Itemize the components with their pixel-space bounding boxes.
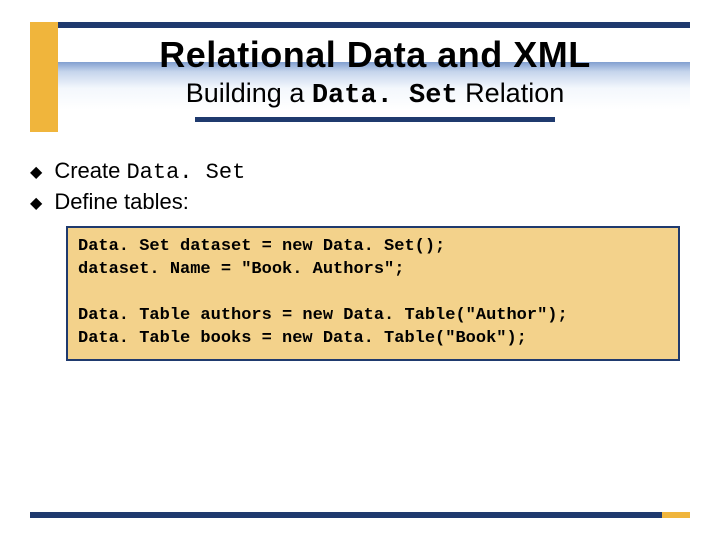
bullet-item: ◆ Define tables: <box>30 189 690 216</box>
gold-accent-block <box>30 22 58 132</box>
diamond-bullet-icon: ◆ <box>30 162 42 182</box>
bullet-prefix: Create <box>54 158 126 183</box>
code-block: Data. Set dataset = new Data. Set(); dat… <box>66 226 680 361</box>
bullet-prefix: Define tables: <box>54 189 189 214</box>
subtitle-prefix: Building a <box>186 78 312 108</box>
bullet-item: ◆ Create Data. Set <box>30 158 690 185</box>
slide-content: ◆ Create Data. Set ◆ Define tables: Data… <box>30 158 690 361</box>
bullet-text: Create Data. Set <box>54 158 245 185</box>
subtitle-mono: Data. Set <box>312 81 458 111</box>
bullet-mono: Data. Set <box>126 160 245 185</box>
slide-subtitle: Building a Data. Set Relation <box>70 78 680 111</box>
slide-header: Relational Data and XML Building a Data.… <box>70 34 680 122</box>
bottom-gold-accent <box>662 512 690 518</box>
diamond-bullet-icon: ◆ <box>30 193 42 213</box>
subtitle-suffix: Relation <box>458 78 565 108</box>
slide-title: Relational Data and XML <box>70 34 680 76</box>
bullet-text: Define tables: <box>54 189 189 216</box>
subtitle-underline <box>195 117 555 122</box>
bottom-rule <box>30 512 690 518</box>
top-rule <box>30 22 690 28</box>
